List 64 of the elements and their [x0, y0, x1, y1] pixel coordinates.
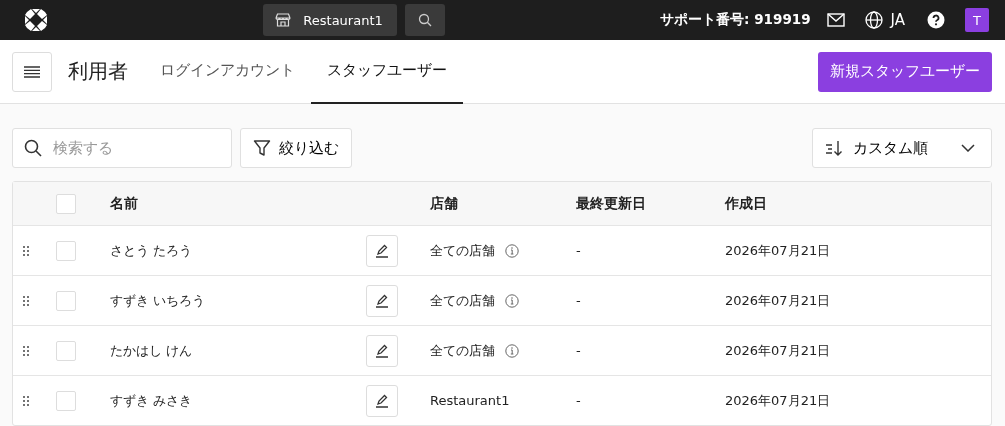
filter-button[interactable]: 絞り込む: [240, 128, 352, 168]
mail-icon[interactable]: [826, 13, 845, 27]
column-header: 最終更新日: [576, 194, 646, 213]
column-header: 作成日: [725, 194, 767, 213]
table-cell: Restaurant1: [430, 393, 510, 408]
user-avatar[interactable]: T: [965, 8, 989, 32]
pencil-icon: [375, 393, 389, 408]
table-cell: 2026年07月21日: [725, 341, 831, 360]
language-selector[interactable]: JA: [864, 11, 905, 29]
table-cell: 全ての店舗: [430, 341, 495, 360]
sort-icon: [825, 140, 845, 156]
drag-handle-icon[interactable]: [23, 395, 29, 406]
checkbox[interactable]: [56, 390, 76, 411]
checkbox[interactable]: [56, 290, 76, 311]
tab[interactable]: スタッフユーザー: [311, 39, 463, 104]
edit-button[interactable]: [366, 334, 398, 367]
table-cell: 2026年07月21日: [725, 241, 831, 260]
menu-button[interactable]: [12, 51, 52, 92]
table-cell: 2026年07月21日: [725, 291, 831, 310]
info-icon[interactable]: [505, 293, 519, 308]
table-cell: さとう たろう: [110, 241, 193, 260]
drag-handle-icon[interactable]: [23, 345, 29, 356]
table-cell: すずき みさき: [110, 391, 193, 410]
sort-dropdown[interactable]: カスタム順: [812, 128, 992, 168]
globe-icon: [864, 11, 883, 29]
search-field[interactable]: 検索する: [12, 128, 232, 168]
checkbox[interactable]: [56, 340, 76, 361]
checkbox[interactable]: [56, 240, 76, 261]
table-cell: すずき いちろう: [110, 291, 206, 310]
search-icon: [417, 13, 432, 27]
drag-handle-icon[interactable]: [23, 295, 29, 306]
checkbox[interactable]: [56, 193, 76, 214]
edit-button[interactable]: [366, 384, 398, 417]
storefront-icon: [275, 13, 292, 27]
help-icon[interactable]: [927, 11, 945, 29]
drag-handle-icon[interactable]: [23, 245, 29, 256]
table-cell: たかはし けん: [110, 341, 193, 360]
table-cell: 全ての店舗: [430, 241, 495, 260]
logo-icon[interactable]: [24, 8, 48, 32]
column-header: 店舗: [430, 194, 458, 213]
table-cell: -: [576, 243, 581, 258]
info-icon[interactable]: [505, 243, 519, 258]
chevron-down-icon: [961, 144, 975, 152]
table-cell: -: [576, 393, 581, 408]
edit-button[interactable]: [366, 234, 398, 267]
table-cell: -: [576, 343, 581, 358]
table-cell: -: [576, 293, 581, 308]
info-icon[interactable]: [505, 343, 519, 358]
page-title: 利用者: [68, 58, 128, 85]
search-icon: [24, 139, 42, 157]
table-cell: 全ての店舗: [430, 291, 495, 310]
store-selector[interactable]: Restaurant1: [263, 4, 397, 36]
pencil-icon: [375, 243, 389, 258]
tab[interactable]: ログインアカウント: [144, 39, 311, 104]
edit-button[interactable]: [366, 284, 398, 317]
menu-icon: [24, 65, 40, 78]
support-number: サポート番号: 919919: [660, 11, 811, 29]
filter-icon: [253, 139, 271, 157]
new-staff-user-button[interactable]: 新規スタッフユーザー: [818, 51, 992, 92]
column-header: 名前: [110, 194, 138, 213]
search-button[interactable]: [404, 4, 445, 36]
table-cell: 2026年07月21日: [725, 391, 831, 410]
pencil-icon: [375, 343, 389, 358]
pencil-icon: [375, 293, 389, 308]
